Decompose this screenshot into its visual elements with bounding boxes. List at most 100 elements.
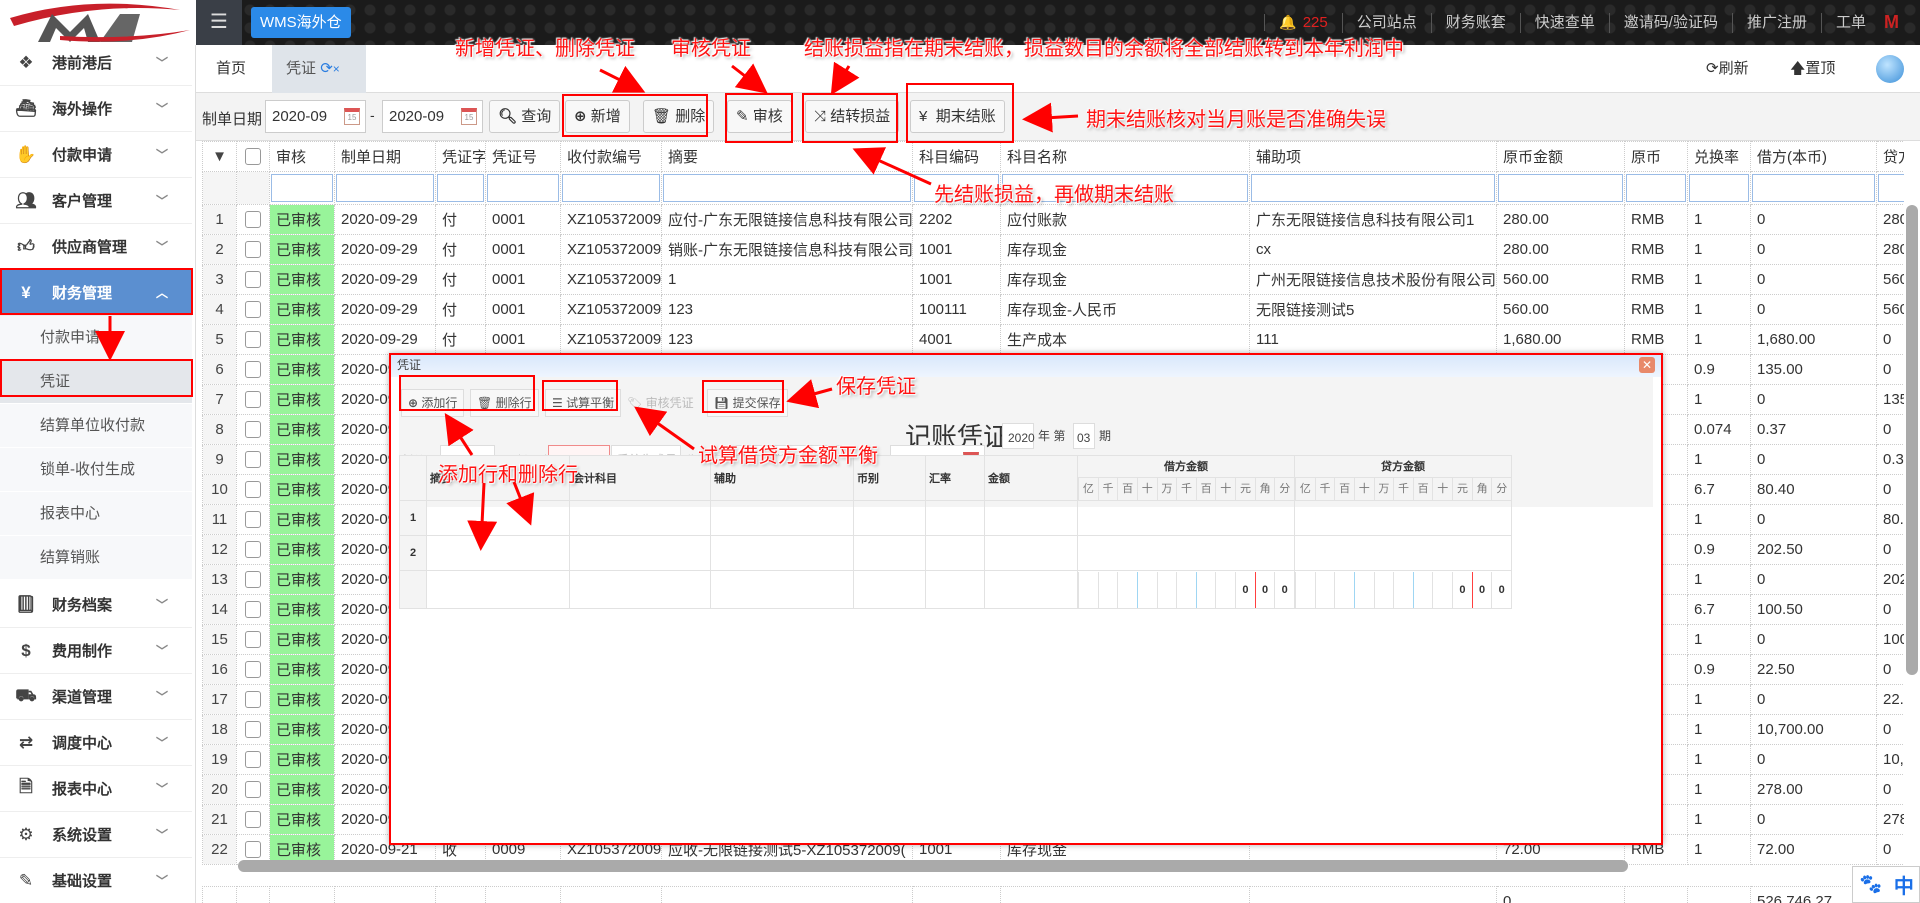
row-checkbox[interactable] bbox=[245, 541, 261, 559]
sidebar-item[interactable]: ⇄ 调度中心 ﹀ bbox=[0, 720, 192, 766]
row-checkbox[interactable] bbox=[245, 361, 261, 379]
row-checkbox[interactable] bbox=[245, 421, 261, 439]
row-checkbox[interactable] bbox=[245, 601, 261, 619]
row-checkbox[interactable] bbox=[245, 451, 261, 469]
bell-icon[interactable]: 🔔 bbox=[1264, 14, 1302, 31]
column-header[interactable]: 收付款编号 bbox=[560, 141, 662, 172]
row-checkbox[interactable] bbox=[245, 331, 261, 349]
filter-input[interactable] bbox=[1689, 174, 1749, 202]
row-checkbox[interactable] bbox=[245, 781, 261, 799]
table-row[interactable]: 1 已审核 2020-09-29 付 0001 XZ105372009 应付-广东无限链接信… bbox=[202, 204, 1904, 235]
column-header[interactable]: 凭证号 bbox=[485, 141, 561, 172]
filter-input[interactable] bbox=[1878, 174, 1904, 202]
column-header[interactable]: 制单日期 bbox=[334, 141, 436, 172]
sidebar-item[interactable]: ⛴ 海外操作 ﹀ bbox=[0, 86, 192, 132]
column-header[interactable]: 凭证字 bbox=[435, 141, 486, 172]
sidebar-item[interactable]: ⛟ 渠道管理 ﹀ bbox=[0, 674, 192, 720]
ime-indicator[interactable]: 🐾︎ 中 bbox=[1852, 866, 1920, 903]
notification-count[interactable]: 225 bbox=[1303, 14, 1342, 31]
filter-icon[interactable]: ▼ bbox=[202, 141, 237, 172]
filter-input[interactable] bbox=[1498, 174, 1623, 202]
filter-input[interactable] bbox=[1626, 174, 1686, 202]
filter-input[interactable] bbox=[1752, 174, 1875, 202]
column-header[interactable]: 摘要 bbox=[661, 141, 913, 172]
table-row[interactable]: 5 已审核 2020-09-29 付 0001 XZ105372009 123 4001 生产成… bbox=[202, 324, 1904, 355]
date-from-input[interactable]: 2020-09 15 bbox=[265, 100, 366, 133]
column-header[interactable]: 科目编码 bbox=[912, 141, 1001, 172]
row-checkbox[interactable] bbox=[245, 571, 261, 589]
table-row[interactable]: 3 已审核 2020-09-29 付 0001 XZ105372009 1 1001 库存现金广… bbox=[202, 264, 1904, 295]
row-checkbox[interactable] bbox=[245, 751, 261, 769]
vertical-scrollbar[interactable] bbox=[1906, 205, 1918, 675]
menu-toggle-button[interactable]: ☰ bbox=[196, 0, 242, 45]
sidebar-item[interactable]: ✋ 付款申请 ﹀ bbox=[0, 132, 192, 178]
pin-top-button[interactable]: 🡅置顶 bbox=[1790, 45, 1835, 93]
row-checkbox[interactable] bbox=[245, 241, 261, 259]
sidebar-item[interactable]: ⚙ 系统设置 ﹀ bbox=[0, 812, 192, 858]
select-all-checkbox[interactable] bbox=[245, 148, 261, 166]
filter-input[interactable] bbox=[562, 174, 660, 202]
row-checkbox[interactable] bbox=[245, 661, 261, 679]
column-header[interactable]: 兑换率 bbox=[1687, 141, 1751, 172]
column-header[interactable]: 原币 bbox=[1624, 141, 1688, 172]
row-checkbox[interactable] bbox=[245, 811, 261, 829]
tab-voucher[interactable]: 凭证 ⟳× bbox=[272, 45, 366, 93]
sidebar-sub-item[interactable]: 结算销账 bbox=[0, 536, 192, 580]
nav-promotion[interactable]: 推广注册 bbox=[1731, 12, 1821, 33]
tab-home[interactable]: 首页 bbox=[216, 45, 246, 93]
row-checkbox[interactable] bbox=[245, 481, 261, 499]
close-icon[interactable]: × bbox=[333, 62, 340, 76]
sidebar-item[interactable]: $ 费用制作 ﹀ bbox=[0, 628, 192, 674]
sidebar-sub-item[interactable]: 结算单位收付款 bbox=[0, 404, 192, 448]
calendar-icon[interactable]: 15 bbox=[461, 108, 477, 125]
row-checkbox[interactable] bbox=[245, 631, 261, 649]
row-checkbox[interactable] bbox=[245, 691, 261, 709]
refresh-icon[interactable]: ⟳ bbox=[320, 60, 333, 77]
table-row[interactable]: 4 已审核 2020-09-29 付 0001 XZ105372009 123 100111 库… bbox=[202, 294, 1904, 325]
nav-company-site[interactable]: 公司站点 bbox=[1341, 12, 1431, 33]
sidebar-sub-item[interactable]: 报表中心 bbox=[0, 492, 192, 536]
wms-app-button[interactable]: WMS海外仓 bbox=[251, 7, 351, 38]
row-checkbox[interactable] bbox=[245, 721, 261, 739]
cell-amount: 280.00 bbox=[1496, 234, 1625, 265]
nav-ticket[interactable]: 工单 bbox=[1820, 12, 1880, 33]
column-header[interactable]: 贷方(本币) bbox=[1876, 141, 1904, 172]
sidebar-item[interactable]: 👍︎ 供应商管理 ﹀ bbox=[0, 224, 192, 270]
column-header[interactable]: 科目名称 bbox=[1000, 141, 1250, 172]
row-checkbox[interactable] bbox=[245, 391, 261, 409]
date-to-input[interactable]: 2020-09 15 bbox=[382, 100, 483, 133]
row-checkbox[interactable] bbox=[245, 271, 261, 289]
row-select-cell bbox=[236, 684, 270, 715]
calendar-icon[interactable]: 15 bbox=[344, 108, 360, 125]
horizontal-scrollbar[interactable] bbox=[238, 860, 1628, 872]
user-logo-icon[interactable]: M bbox=[1884, 12, 1906, 34]
sidebar-item[interactable]: 🗎 报表中心 ﹀ bbox=[0, 766, 192, 812]
refresh-button[interactable]: ⟳刷新 bbox=[1706, 45, 1749, 93]
nav-finance-books[interactable]: 财务账套 bbox=[1430, 12, 1520, 33]
row-checkbox[interactable] bbox=[245, 301, 261, 319]
column-header[interactable]: 原币金额 bbox=[1496, 141, 1625, 172]
sidebar-sub-item[interactable]: 锁单-收付生成 bbox=[0, 448, 192, 492]
sidebar-item[interactable]: 📕︎ 财务档案 ﹀ bbox=[0, 582, 192, 628]
column-header[interactable]: 审核 bbox=[269, 141, 335, 172]
nav-quick-search[interactable]: 快速查单 bbox=[1519, 12, 1609, 33]
nav-invite-code[interactable]: 邀请码/验证码 bbox=[1608, 12, 1732, 33]
table-row[interactable]: 2 已审核 2020-09-29 付 0001 XZ105372009 销账-广东无限链接信… bbox=[202, 234, 1904, 265]
filter-input[interactable] bbox=[271, 174, 333, 202]
row-checkbox[interactable] bbox=[245, 511, 261, 529]
chat-avatar-icon[interactable] bbox=[1876, 55, 1904, 83]
sidebar-item[interactable]: 👥︎ 客户管理 ﹀ bbox=[0, 178, 192, 224]
sidebar-item[interactable]: ❖ 港前港后 ﹀ bbox=[0, 45, 192, 86]
filter-input[interactable] bbox=[1251, 174, 1495, 202]
column-header[interactable]: 借方(本币) bbox=[1750, 141, 1877, 172]
row-checkbox[interactable] bbox=[245, 841, 261, 859]
sidebar-sub-item[interactable]: 付款申请 bbox=[0, 316, 192, 360]
sidebar-item[interactable]: ✎ 基础设置 ﹀ bbox=[0, 858, 192, 903]
filter-input[interactable] bbox=[437, 174, 484, 202]
filter-input[interactable] bbox=[487, 174, 559, 202]
filter-input[interactable] bbox=[336, 174, 434, 202]
query-button[interactable]: 🔍︎ 查询 bbox=[489, 100, 561, 133]
filter-input[interactable] bbox=[663, 174, 911, 202]
column-header[interactable]: 辅助项 bbox=[1249, 141, 1497, 172]
row-checkbox[interactable] bbox=[245, 211, 261, 229]
